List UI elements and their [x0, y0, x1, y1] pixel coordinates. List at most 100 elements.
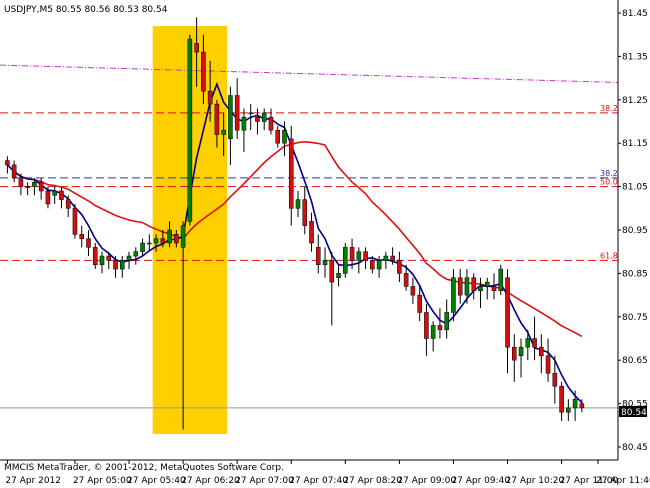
candle: [72, 203, 78, 239]
candle-body: [248, 112, 253, 115]
level-label-0: 38.2: [600, 104, 618, 113]
level-label-1: 38.2: [600, 169, 618, 178]
candle-body: [315, 247, 321, 265]
candle-body: [559, 385, 564, 413]
candle-body: [241, 116, 247, 131]
candle-body: [153, 238, 159, 244]
candle-body: [255, 116, 260, 122]
candle-body: [86, 238, 91, 248]
candle-body: [275, 129, 281, 144]
candle-body: [403, 273, 409, 287]
candle-body: [295, 199, 301, 209]
candle: [343, 243, 348, 278]
x-tick-label: 27 Apr 09:40: [451, 476, 510, 486]
candle-body: [79, 234, 85, 239]
candle-body: [478, 286, 483, 292]
x-tick-label: 27 Apr 10:20: [506, 476, 565, 486]
candle-body: [221, 129, 226, 135]
candle-body: [383, 255, 389, 261]
candle-body: [343, 247, 348, 274]
candle-body: [356, 251, 362, 261]
candle-body: [11, 164, 17, 179]
x-tick-label: 27 Apr 07:00: [235, 476, 294, 486]
candle-body: [484, 281, 490, 287]
candle-body: [99, 255, 105, 265]
candle-body: [106, 255, 112, 261]
x-tick-label: 27 Apr 09:00: [397, 476, 456, 486]
candle-body: [451, 277, 456, 313]
y-tick-label: 81.25: [622, 96, 648, 106]
candle-body: [309, 221, 314, 244]
x-tick-label: 27 Apr 05:00: [73, 476, 132, 486]
candle-body: [201, 51, 206, 92]
candle-body: [349, 247, 355, 261]
y-tick-label: 80.65: [622, 356, 648, 366]
candle-body: [471, 277, 477, 292]
candle-body: [457, 277, 463, 296]
y-tick-label: 81.45: [622, 9, 648, 19]
candle-body: [52, 190, 57, 196]
candle-body: [147, 242, 152, 245]
candle-body: [444, 312, 449, 331]
candle-body: [505, 277, 510, 348]
candle-body: [113, 260, 118, 270]
candle-body: [336, 273, 341, 278]
candle-body: [498, 268, 504, 292]
level-label-2: 50.0: [600, 178, 618, 187]
candle-body: [566, 407, 571, 413]
candle-body: [133, 251, 139, 257]
candle-body: [322, 260, 328, 265]
candle-body: [376, 260, 382, 270]
level-label-3: 61.8: [600, 251, 618, 260]
x-tick-label: 27 Apr 05:40: [127, 476, 186, 486]
candle-body: [417, 294, 422, 313]
candle-body: [363, 251, 368, 261]
candle-body: [545, 355, 551, 374]
x-tick-label: 27 Apr 11:40: [596, 476, 650, 486]
candle-body: [268, 116, 274, 131]
x-tick-label: 27 Apr 08:20: [343, 476, 402, 486]
candle-body: [167, 229, 172, 244]
price-chart[interactable]: 38.238.250.061.8 81.4581.3581.2581.1581.…: [0, 0, 650, 488]
candle-body: [92, 247, 98, 265]
candle-body: [214, 103, 220, 135]
y-tick-label: 81.15: [622, 139, 648, 149]
candle-body: [180, 225, 186, 248]
candle-body: [18, 177, 24, 187]
candle-body: [45, 190, 51, 205]
chart-background: [0, 0, 650, 488]
candle-body: [579, 403, 585, 409]
y-tick-label: 80.45: [622, 443, 648, 453]
candle-body: [288, 138, 294, 209]
candle-body: [525, 338, 531, 348]
candle-body: [140, 242, 145, 252]
copyright-text: MMCIS MetaTrader, © 2001-2012, MetaQuote…: [4, 463, 284, 473]
candle-body: [65, 199, 71, 209]
candle-body: [302, 199, 308, 226]
candle-body: [430, 325, 436, 339]
candle-body: [329, 260, 335, 283]
candle-body: [59, 190, 64, 200]
x-tick-label: 27 Apr 2012: [5, 476, 61, 486]
candle: [498, 264, 504, 296]
candle-body: [464, 277, 470, 296]
y-tick-label: 80.95: [622, 226, 648, 236]
candle-body: [234, 95, 240, 131]
candle-body: [424, 312, 429, 339]
candle-body: [370, 260, 375, 270]
candle-body: [552, 372, 558, 387]
candle-body: [228, 95, 233, 140]
candle-body: [194, 43, 199, 53]
y-tick-label: 80.85: [622, 269, 648, 279]
candle-body: [282, 129, 287, 144]
candle-body: [25, 186, 30, 188]
candle-body: [491, 286, 497, 292]
candle-body: [160, 238, 166, 244]
candle-body: [572, 398, 578, 409]
candle-body: [207, 90, 213, 105]
candle-body: [397, 260, 402, 274]
x-tick-label: 27 Apr 07:40: [289, 476, 348, 486]
candle-body: [532, 338, 537, 348]
y-tick-label: 80.75: [622, 313, 648, 323]
candle-body: [539, 346, 544, 357]
